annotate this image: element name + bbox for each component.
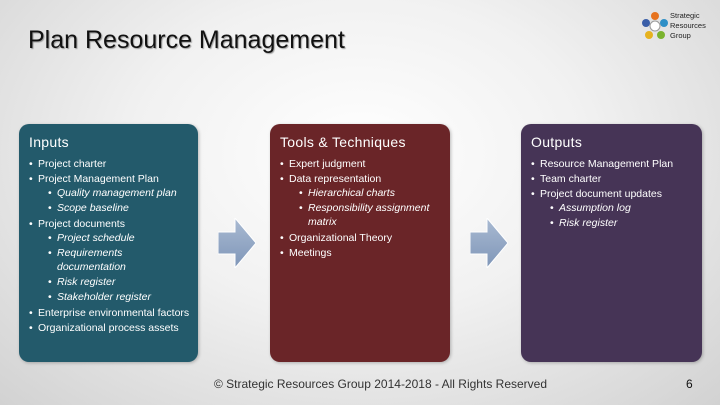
page-number: 6 (686, 377, 693, 391)
sub-bullet-item: Risk register (29, 276, 192, 290)
bullet-item: Enterprise environmental factors (29, 306, 192, 321)
bullet-item: Data representation (280, 172, 444, 187)
sub-bullet-item: Requirements documentation (29, 247, 192, 274)
tools-techniques-list: Expert judgmentData representationHierar… (280, 157, 444, 261)
inputs-list: Project charterProject Management PlanQu… (29, 157, 192, 336)
tools-techniques-heading: Tools & Techniques (280, 134, 406, 150)
inputs-panel: Inputs Project charterProject Management… (19, 124, 198, 362)
sub-bullet-item: Project schedule (29, 232, 192, 246)
right-arrow-icon (470, 218, 508, 268)
inputs-heading: Inputs (29, 134, 69, 150)
right-arrow-icon (218, 218, 256, 268)
sub-bullet-item: Stakeholder register (29, 291, 192, 305)
bullet-item: Team charter (531, 172, 696, 187)
sub-bullet-item: Risk register (531, 217, 696, 231)
bullet-item: Meetings (280, 246, 444, 261)
outputs-panel: Outputs Resource Management PlanTeam cha… (521, 124, 702, 362)
tools-techniques-panel: Tools & Techniques Expert judgmentData r… (270, 124, 450, 362)
outputs-heading: Outputs (531, 134, 583, 150)
bullet-item: Project document updates (531, 187, 696, 202)
people-circle-logo-icon (642, 12, 668, 39)
sub-bullet-item: Assumption log (531, 202, 696, 216)
bullet-item: Expert judgment (280, 157, 444, 172)
logo-text-line3: Group (670, 31, 691, 40)
bullet-item: Project documents (29, 217, 192, 232)
sub-bullet-item: Responsibility assignment matrix (280, 202, 444, 229)
bullet-item: Organizational Theory (280, 231, 444, 246)
outputs-list: Resource Management PlanTeam charterProj… (531, 157, 696, 232)
bullet-item: Project Management Plan (29, 172, 192, 187)
sub-bullet-item: Hierarchical charts (280, 187, 444, 201)
bullet-item: Project charter (29, 157, 192, 172)
copyright-footer: © Strategic Resources Group 2014-2018 - … (214, 377, 548, 391)
sub-bullet-item: Quality management plan (29, 187, 192, 201)
logo-text-line1: Strategic (670, 11, 700, 20)
logo-text-line2: Resources (670, 21, 706, 30)
bullet-item: Organizational process assets (29, 321, 192, 336)
sub-bullet-item: Scope baseline (29, 202, 192, 216)
slide-title: Plan Resource Management (28, 26, 345, 54)
company-logo: Strategic Resources Group (640, 10, 716, 46)
bullet-item: Resource Management Plan (531, 157, 696, 172)
